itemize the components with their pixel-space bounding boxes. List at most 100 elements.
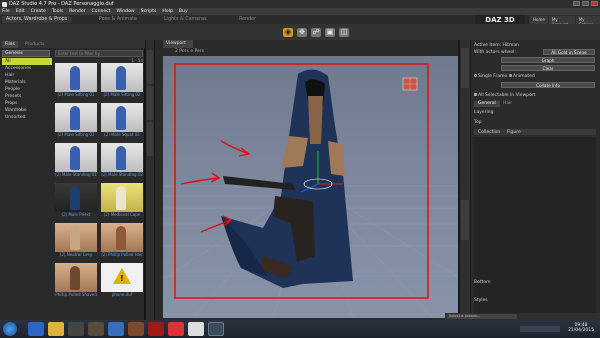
menu-window[interactable]: Window: [117, 9, 135, 14]
hitman-figure[interactable]: [221, 69, 353, 288]
category-item-accessories[interactable]: Accessories: [2, 65, 52, 72]
scene-render[interactable]: [163, 56, 458, 318]
animated-radio[interactable]: [509, 74, 512, 77]
thumbnail-image: [101, 143, 143, 172]
menu-buy[interactable]: Buy: [179, 9, 188, 14]
content-search-input[interactable]: Enter text to filter by...: [55, 50, 143, 57]
side-tab[interactable]: [461, 48, 469, 88]
tab-viewport[interactable]: Viewport: [163, 40, 193, 48]
thumbnail-item[interactable]: ! phone.duf: [101, 263, 143, 301]
tab-files[interactable]: Files: [2, 41, 18, 48]
category-item-all[interactable]: All: [2, 58, 52, 65]
maximize-button[interactable]: [582, 1, 589, 6]
universal-tool-icon[interactable]: ✥: [297, 28, 307, 37]
minimize-button[interactable]: [573, 1, 580, 6]
tab-render[interactable]: Render: [235, 16, 260, 23]
thumbnail-item[interactable]: (2) Male Squat 01: [101, 103, 143, 141]
dynamic-clothing-panel: Active Item: Hitman With actors wheel: A…: [471, 40, 600, 320]
thumbnail-item[interactable]: (2) Male Priest: [55, 183, 97, 221]
clear-button[interactable]: Clear: [501, 65, 595, 71]
menu-connect[interactable]: Connect: [92, 9, 111, 14]
category-item-materials[interactable]: Materials: [2, 79, 52, 86]
viewport-scene[interactable]: [163, 56, 458, 318]
side-tab-dynamic-clothing[interactable]: [461, 200, 469, 240]
collate-info-button[interactable]: Collate Info: [501, 82, 595, 88]
thumbnail-item[interactable]: (2) Male Standing 01: [55, 143, 97, 181]
thumbnail-item[interactable]: (2) Male Standing 02: [101, 143, 143, 181]
bottom-label: Bottom: [474, 280, 491, 285]
category-item-wardrobe[interactable]: Wardrobe: [2, 107, 52, 114]
app-icon[interactable]: [88, 322, 104, 336]
app-icon[interactable]: [188, 322, 204, 336]
thumbnail-item[interactable]: (2) Neutral Grey: [55, 223, 97, 261]
lesson-selector[interactable]: Select a Lesson...: [447, 314, 517, 319]
all-selectable-option[interactable]: All Selectable In Viewport: [474, 93, 535, 98]
system-clock[interactable]: 09:48 21/04/2015: [568, 323, 594, 333]
all-selectable-checkbox[interactable]: [474, 93, 477, 96]
thumbnail-label: (2) Phillip Pulled Hair: [101, 252, 143, 257]
ie-icon[interactable]: [28, 322, 44, 336]
thumbnail-item[interactable]: Phillip Pulled Shaved: [55, 263, 97, 301]
single-frame-option[interactable]: Single Frame: [474, 74, 507, 79]
menu-render[interactable]: Render: [69, 9, 85, 14]
thumbnail-item[interactable]: (2) Phillip Pulled Hair: [101, 223, 143, 261]
render-tool-icon[interactable]: ▣: [325, 28, 335, 37]
menu-edit[interactable]: Edit: [16, 9, 25, 14]
thumbnail-item[interactable]: (2) Male Sitting 03: [55, 103, 97, 141]
daz-app-icon: [2, 1, 7, 7]
thumbnail-item[interactable]: (2) Medieval Cape: [101, 183, 143, 221]
camera-selector[interactable]: 2 Pers e Pers: [175, 49, 204, 54]
app-icon[interactable]: [148, 322, 164, 336]
title-bar: DAZ Studio 4.7 Pro - DAZ Personaggio.duf: [0, 0, 600, 8]
graph-button[interactable]: Graph: [501, 57, 595, 63]
layering-label: Layering: [474, 110, 494, 115]
menu-help[interactable]: Help: [162, 9, 172, 14]
daz-studio-taskbar-icon[interactable]: [208, 322, 224, 336]
close-button[interactable]: [591, 1, 598, 6]
category-item-presets[interactable]: Presets: [2, 93, 52, 100]
column-collection[interactable]: Collection: [478, 130, 500, 135]
app-icon[interactable]: [128, 322, 144, 336]
category-item-unsorted[interactable]: Unsorted: [2, 114, 52, 121]
view-cube-icon[interactable]: [402, 77, 418, 91]
column-figure[interactable]: Figure: [507, 130, 521, 135]
tab-hair[interactable]: Hair: [499, 101, 516, 107]
animated-option[interactable]: Animated: [509, 74, 535, 79]
chrome-icon[interactable]: [168, 322, 184, 336]
clock-date: 21/04/2015: [568, 328, 594, 333]
thumbnail-item[interactable]: (2) Male Sitting 01: [55, 63, 97, 101]
window-title: DAZ Studio 4.7 Pro - DAZ Personaggio.duf: [9, 1, 114, 7]
start-button-icon[interactable]: [3, 322, 17, 336]
menu-scripts[interactable]: Scripts: [141, 9, 157, 14]
active-pose-tool-icon[interactable]: ☍: [311, 28, 321, 37]
menu-tools[interactable]: Tools: [52, 9, 63, 14]
tab-general[interactable]: General: [474, 101, 500, 107]
layer-list[interactable]: [474, 137, 596, 317]
menu-file[interactable]: File: [2, 9, 10, 14]
thumbnail-item[interactable]: (2) Male Sitting 02: [101, 63, 143, 101]
category-dropdown[interactable]: Genesis: [2, 50, 50, 57]
with-actors-dropdown[interactable]: All Gold in Scene: [543, 49, 595, 55]
category-item-people[interactable]: People: [2, 86, 52, 93]
thumbnail-image: [55, 143, 97, 172]
side-tab[interactable]: [147, 86, 153, 120]
explorer-icon[interactable]: [48, 322, 64, 336]
menu-bar: File Edit Create Tools Render Connect Wi…: [0, 8, 600, 15]
word-icon[interactable]: [108, 322, 124, 336]
single-frame-radio[interactable]: [474, 74, 477, 77]
category-item-hair[interactable]: Hair: [2, 72, 52, 79]
side-tab[interactable]: [147, 122, 153, 156]
content-subtabs: Files Products: [0, 40, 145, 48]
node-selection-tool-icon[interactable]: ◉: [283, 28, 293, 37]
category-item-props[interactable]: Props: [2, 100, 52, 107]
tab-lights-cameras[interactable]: Lights & Cameras: [160, 16, 211, 23]
tab-products[interactable]: Products: [22, 41, 47, 48]
side-tab[interactable]: [147, 50, 153, 84]
media-player-icon[interactable]: [68, 322, 84, 336]
tab-actors-wardrobe-props[interactable]: Actors, Wardrobe & Props: [2, 16, 72, 23]
status-bar: Select a Lesson...: [445, 313, 600, 320]
thumbnail-label: (2) Neutral Grey: [59, 252, 93, 257]
menu-create[interactable]: Create: [31, 9, 46, 14]
camera-tool-icon[interactable]: ◫: [339, 28, 349, 37]
tab-pose-animate[interactable]: Pose & Animate: [95, 16, 141, 23]
